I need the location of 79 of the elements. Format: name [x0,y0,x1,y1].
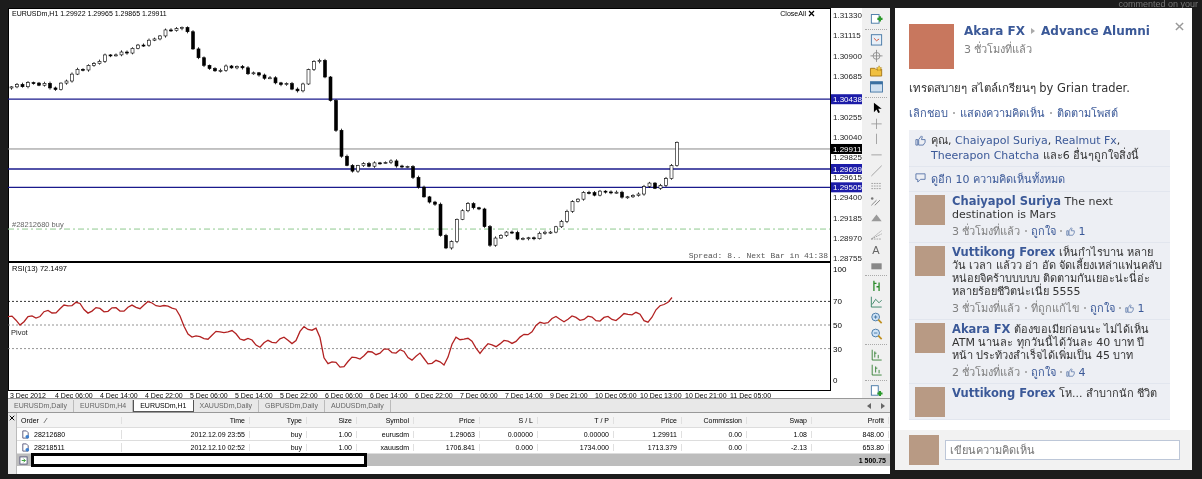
profile-link[interactable]: Chaiyapol Suriya [955,134,1048,147]
like-link[interactable]: ถูกใจ [1030,363,1056,381]
comment-text: Vuttikong Forex โห... สำบากนัก ชีวิต [952,387,1158,400]
chart-window-icon[interactable] [868,32,884,47]
price-axis-label: 1.30900 [833,51,862,61]
comment-input[interactable]: เขียนความคิดเห็น [945,440,1180,460]
comment-text: Vuttikong Forex เห็นกำไรบาน หลาย วัน เวลา แล้วว อ่า อัด จัดเลี้ยงเหล่าแฟนคลับ หน่อยจิคร้าบบบบบ ติดตามกันเยอะน่ะนี่อ่ะ หลายร้อยชีวิตน่ะเนี่ย 5555 [952,246,1164,298]
author-link[interactable]: Akara FX [964,24,1025,38]
commenter-link[interactable]: Vuttikong Forex [952,386,1056,400]
commenter-link[interactable]: Akara FX [952,322,1011,336]
thumbs-up-icon [1124,303,1134,313]
like-link[interactable]: ถูกใจ [1030,222,1056,240]
scroll-left-icon[interactable] [865,402,873,410]
action-link[interactable]: เลิกชอบ [909,104,948,122]
profile-link[interactable]: Realmut Fx [1054,134,1117,147]
rsi-axis-label: 0 [833,376,838,385]
like-count[interactable]: 1 [1137,301,1145,315]
like-link[interactable]: ถูกใจ [1089,299,1115,317]
action-link[interactable]: ติดตามโพสต์ [1057,104,1118,122]
group-link[interactable]: Advance Alumni [1041,24,1150,38]
thumbs-up-icon [1065,367,1075,377]
add-template-icon[interactable] [868,384,884,398]
folder-icon[interactable] [868,64,884,79]
crosshair-icon[interactable] [868,48,884,63]
commenter-link[interactable]: Chaiyapol Suriya [952,194,1061,208]
rsi-axis-label: 30 [833,344,842,354]
order-icon [21,429,30,439]
line-price-tag: 1.29505 [831,182,862,193]
line-price-tag: 1.30438 [831,94,862,105]
trend-line-icon[interactable] [868,163,884,178]
thumbs-up-icon [1065,226,1075,236]
post-time: 3 ชั่วโมงที่แล้ว [964,40,1034,58]
text-tool-button[interactable]: A [872,242,880,257]
window-icon[interactable] [868,80,884,94]
comment-time: 2 ชั่วโมงที่แล้ว [952,363,1021,381]
price-axis-label: 1.29615 [833,172,862,182]
edited-label: ที่ถูกแก้ไข [1030,299,1080,317]
price-axis-label: 1.31330 [833,11,862,20]
rsi-axis-label: 50 [833,321,842,330]
price-axis-label: 1.30040 [833,132,862,142]
line-chart-icon[interactable] [868,295,884,309]
sort-icon [42,416,48,424]
price-axis-label: 1.30255 [833,112,862,122]
price-axis-label: 1.29400 [833,193,862,203]
price-axis-label: 1.29825 [833,153,862,163]
likes-text: คุณ, Chaiyapol Suriya, Realmut Fx, Theerapon Chatcha และ6 อื่นๆถูกใจสิ่งนี้ [931,133,1141,163]
comment-time: 3 ชั่วโมงที่แล้ว [952,222,1021,240]
like-count[interactable]: 1 [1078,224,1086,238]
new-chart-icon[interactable] [868,12,884,26]
thumbs-up-icon [915,135,926,146]
rsi-axis-label: 100 [833,265,847,274]
comment-text: Akara FX ต้องขอเมียก่อนนะ ไม่ได้เห็น ATM นานละ ทุกวันนี้ได้วันละ 40 บาท ปีหน้า ประท้วงสำเร็จได้เพิ่มเป็น 45 บาท [952,323,1151,362]
close-icon[interactable] [808,10,815,17]
rsi-axis-label: 70 [833,297,842,307]
price-axis-label: 1.31115 [833,31,861,41]
order-icon [21,442,30,452]
like-count[interactable]: 4 [1078,365,1086,379]
avatar-photo [909,435,939,465]
zoom-in-icon[interactable] [868,311,884,325]
zoom-out-icon[interactable] [868,326,884,341]
price-axis-label: 1.28970 [833,233,862,243]
action-link[interactable]: แสดงความคิดเห็น [960,104,1045,122]
price-axis-label: 1.30685 [833,71,862,81]
bid-price-tag: 1.29911 [831,144,862,154]
spread-status-text: Spread: 8.. Next Bar in 41:38 [688,251,828,260]
close-icon[interactable] [9,415,15,421]
commenter-link[interactable]: Vuttikong Forex [952,245,1056,259]
arrow-icon [1030,27,1036,35]
line-price-tag: 1.29699 [831,164,862,174]
comment-icon [915,172,926,183]
scroll-right-icon[interactable] [879,402,887,410]
comment-time: 3 ชั่วโมงที่แล้ว [952,299,1021,317]
balance-icon [19,455,28,465]
price-axis-label: 1.28755 [833,254,862,264]
comment-text: Chaiyapol Suriya The next destination is Mars [952,195,1114,221]
price-axis-label: 1.29185 [833,213,862,223]
notification-text: commented on your [1118,0,1199,8]
profile-link[interactable]: Theerapon Chatcha [931,149,1040,162]
post-text: เทรดสบายๆ สไตล์เกรียนๆ by Grian trader. [909,80,1131,97]
